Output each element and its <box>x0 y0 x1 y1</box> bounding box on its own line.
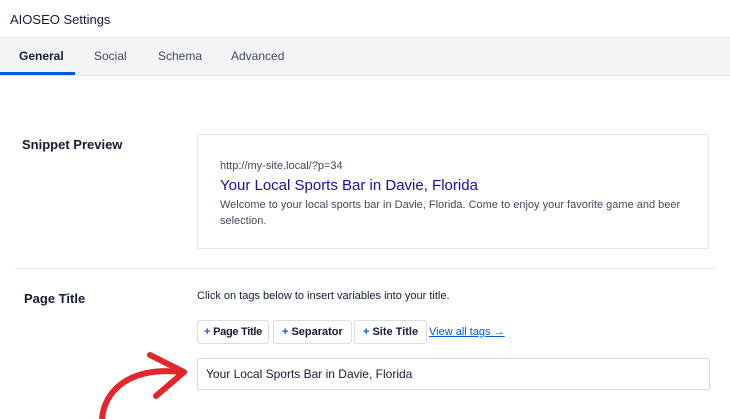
tag-label: Page Title <box>213 326 262 338</box>
tab-schema[interactable]: Schema <box>158 38 202 75</box>
snippet-preview: http://my-site.local/?p=34 Your Local Sp… <box>197 134 709 249</box>
tag-label: Site Title <box>372 326 419 338</box>
header-title: AIOSEO Settings <box>10 12 111 27</box>
section-divider <box>15 268 715 269</box>
tags-instruction: Click on tags below to insert variables … <box>197 290 450 302</box>
snippet-description: Welcome to your local sports bar in Davi… <box>220 199 681 227</box>
tag-label: Separator <box>291 326 343 338</box>
view-all-tags-link[interactable]: View all tags → <box>429 326 505 338</box>
tab-general[interactable]: General <box>19 38 64 75</box>
tag-site-title-button[interactable]: + Site Title <box>354 320 428 344</box>
active-tab-indicator <box>0 72 75 75</box>
plus-icon: + <box>363 326 370 338</box>
tag-page-title-button[interactable]: + Page Title <box>197 320 269 344</box>
plus-icon: + <box>204 326 211 338</box>
page-title-label: Page Title <box>24 291 86 306</box>
tag-separator-button[interactable]: + Separator <box>273 320 352 344</box>
snippet-title: Your Local Sports Bar in Davie, Florida <box>220 177 478 194</box>
snippet-preview-label: Snippet Preview <box>22 137 123 152</box>
tab-advanced[interactable]: Advanced <box>231 38 284 75</box>
tab-bar: General Social Schema Advanced <box>0 38 730 76</box>
settings-header: AIOSEO Settings <box>0 0 730 38</box>
snippet-url: http://my-site.local/?p=34 <box>220 160 343 172</box>
red-curved-arrow-icon <box>99 352 187 419</box>
plus-icon: + <box>282 326 289 338</box>
tab-social[interactable]: Social <box>94 38 127 75</box>
page-title-input[interactable] <box>197 358 710 390</box>
